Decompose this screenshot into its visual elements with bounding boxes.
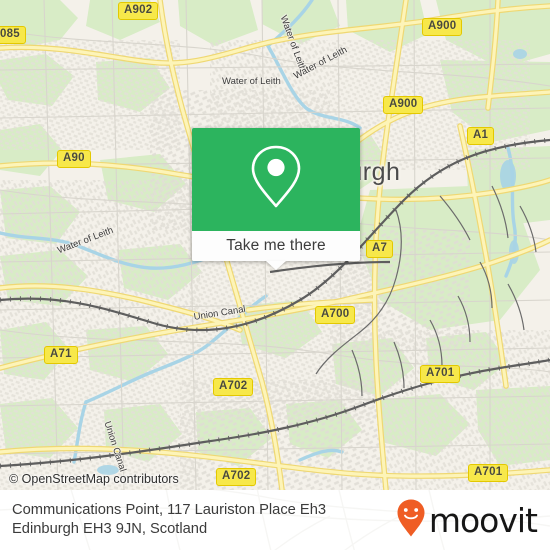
map-attribution: © OpenStreetMap contributors xyxy=(0,468,550,490)
map-screenshot: Water of Leith Water of Leith Water of L… xyxy=(0,0,550,550)
road-shield: A1 xyxy=(467,127,495,145)
moovit-logo[interactable]: moovit xyxy=(396,498,550,543)
popup-header xyxy=(192,128,360,231)
road-shield: A7 xyxy=(366,240,394,258)
popup-tail-pointer xyxy=(266,261,286,270)
map-canvas[interactable]: Water of Leith Water of Leith Water of L… xyxy=(0,0,550,490)
attribution-text: © OpenStreetMap contributors xyxy=(9,472,179,486)
road-shield: A900 xyxy=(422,18,463,36)
address-line-2: Edinburgh EH3 9JN, Scotland xyxy=(12,521,208,537)
map-label: Water of Leith xyxy=(222,76,281,87)
road-shield: A701 xyxy=(420,365,461,383)
road-shield: 085 xyxy=(0,26,26,44)
road-shield: A902 xyxy=(118,2,159,20)
road-shield: A90 xyxy=(57,150,91,168)
road-shield: A71 xyxy=(44,346,78,364)
popup-footer[interactable]: Take me there xyxy=(192,231,360,270)
road-shield: A900 xyxy=(383,96,424,114)
moovit-wordmark: moovit xyxy=(428,500,538,540)
address-line-1: Communications Point, 117 Lauriston Plac… xyxy=(12,502,327,518)
take-me-there-button[interactable]: Take me there xyxy=(226,237,326,255)
road-shield: A700 xyxy=(315,306,356,324)
location-popup-card[interactable]: Take me there xyxy=(192,128,360,270)
map-pin-icon xyxy=(248,142,304,217)
moovit-pin-icon xyxy=(396,498,426,543)
road-shield: A702 xyxy=(213,378,254,396)
address-block: Communications Point, 117 Lauriston Plac… xyxy=(0,501,326,539)
footer-bar: Communications Point, 117 Lauriston Plac… xyxy=(0,490,550,550)
